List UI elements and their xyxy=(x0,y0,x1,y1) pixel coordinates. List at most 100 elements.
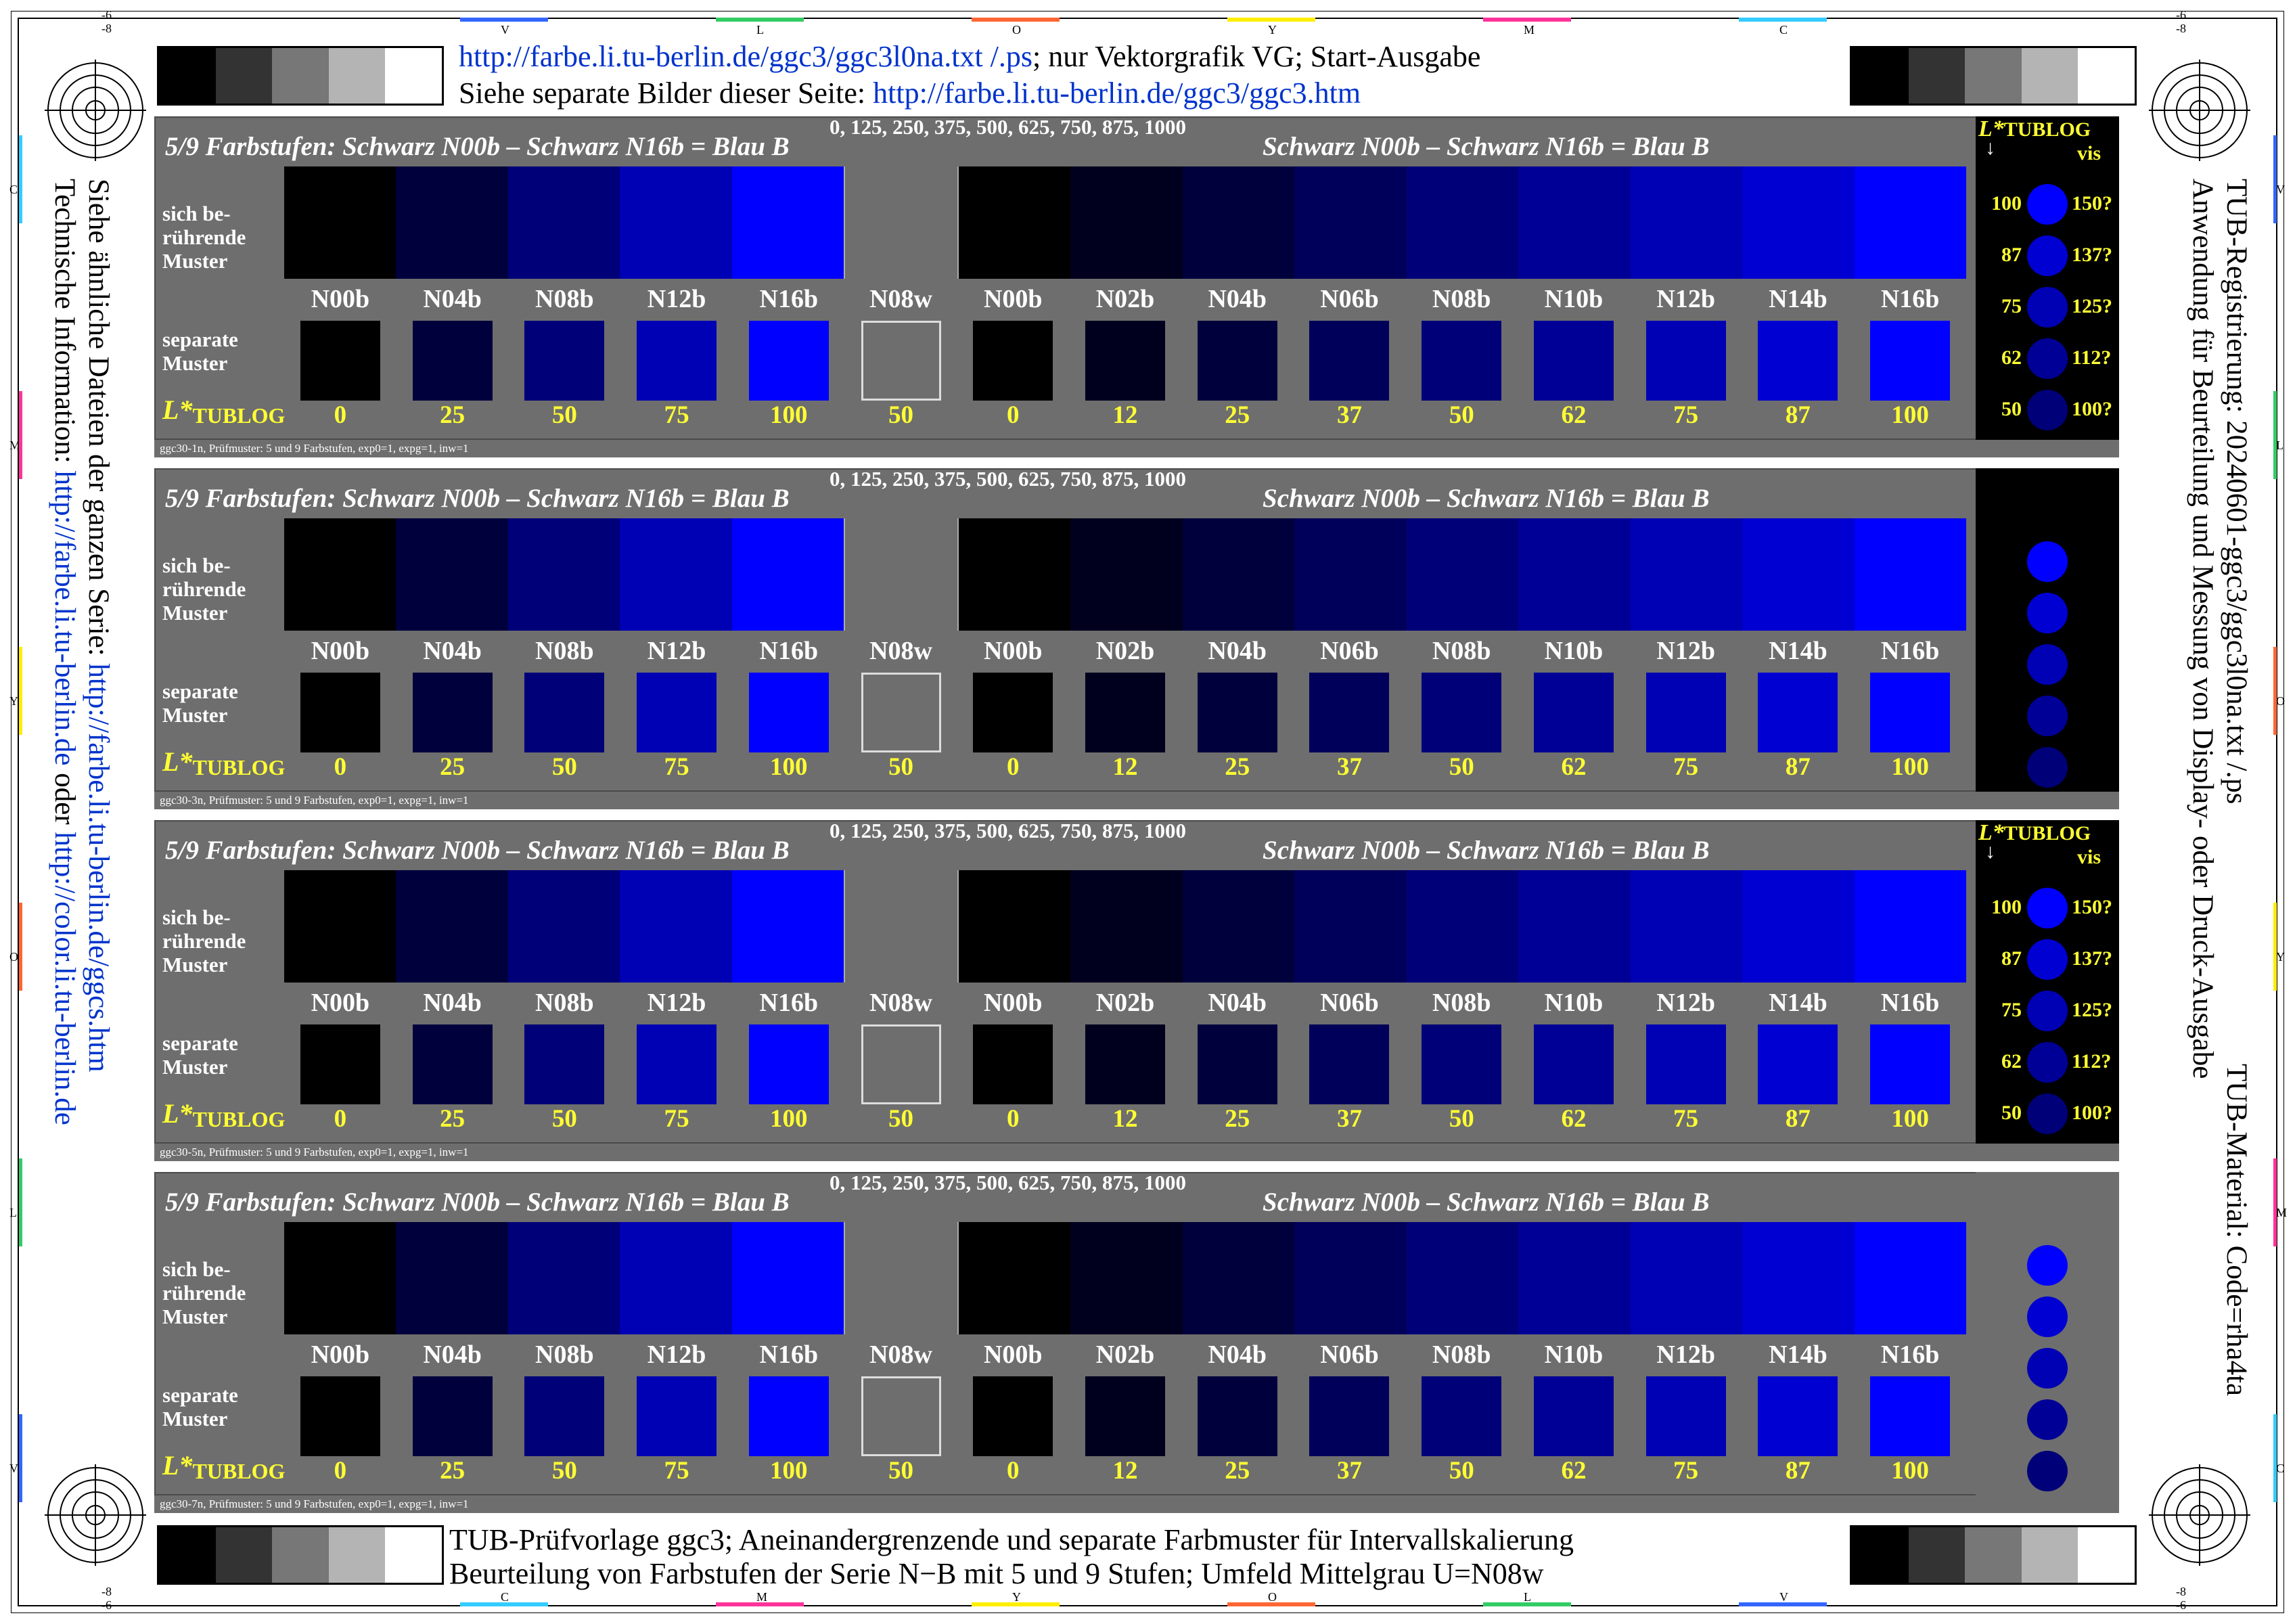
header-link-2[interactable]: http://farbe.li.tu-berlin.de/ggc3/ggc3.h… xyxy=(873,76,1361,110)
lstar-value: 12 xyxy=(1112,1105,1138,1133)
separate-color-swatch xyxy=(1645,673,1726,752)
swatch-label-row: N00b N04b N08b N12b N16b N08w N00b N02b N04b N06b… xyxy=(284,988,1966,1020)
visual-scale-right-value: 112? xyxy=(2072,1050,2112,1073)
separate-samples-label: separate Muster xyxy=(162,679,238,727)
swatch-label: N14b xyxy=(1769,285,1827,313)
edge-letter-mark: L xyxy=(756,23,764,37)
lstar-value: 25 xyxy=(440,401,465,429)
panel-number-scale: 0, 125, 250, 375, 500, 625, 750, 875, 10… xyxy=(830,819,1186,842)
separate-swatch-cell xyxy=(1294,673,1406,752)
separate-color-swatch xyxy=(973,673,1053,752)
separate-swatch-cell xyxy=(1181,1376,1294,1456)
lstar-subscript: TUBLOG xyxy=(192,755,286,780)
visual-scale-left-value: 100 xyxy=(1991,192,2022,215)
separate-swatch-cell xyxy=(1069,673,1181,752)
left-tech-link-1[interactable]: http://farbe.li.tu-berlin.de xyxy=(49,471,81,766)
lstar-value: 100 xyxy=(770,1457,808,1485)
separate-swatch-cell xyxy=(1630,1024,1742,1104)
swatch-label: N04b xyxy=(423,1340,482,1369)
edge-color-bar xyxy=(1739,1602,1827,1606)
edge-color-bar xyxy=(716,18,804,22)
visual-scale-circle xyxy=(2027,338,2068,379)
separate-swatch-cell xyxy=(957,321,1069,401)
contiguous-color-swatch xyxy=(1406,870,1519,983)
contiguous-color-swatch xyxy=(1854,166,1967,279)
visual-scale-right-value: 100? xyxy=(2072,1102,2112,1124)
test-panel: 5/9 Farbstufen: Schwarz N00b – Schwarz N… xyxy=(154,115,2119,440)
visual-scale-vis-label: vis xyxy=(2077,142,2101,164)
swatch-label: N06b xyxy=(1320,1340,1379,1369)
swatch-label: N10b xyxy=(1544,1340,1604,1369)
swatch-label: N12b xyxy=(1656,1340,1715,1369)
separate-color-swatch xyxy=(861,1024,941,1104)
separate-swatch-cell xyxy=(620,1376,733,1456)
separate-swatch-cell xyxy=(1518,673,1630,752)
separate-swatch-cell xyxy=(396,1376,509,1456)
panel-number-scale: 0, 125, 250, 375, 500, 625, 750, 875, 10… xyxy=(830,1171,1186,1194)
contiguous-color-swatch xyxy=(1854,1222,1967,1334)
swatch-label: N00b xyxy=(311,285,370,313)
gray-scale-step xyxy=(385,1527,442,1583)
separate-swatch-cell xyxy=(1181,1024,1294,1104)
corner-mark: -8 xyxy=(101,1585,112,1598)
swatch-label: N08b xyxy=(535,989,594,1017)
separate-swatch-cell xyxy=(1181,321,1294,401)
lstar-value: 87 xyxy=(1785,401,1811,429)
contiguous-color-swatch xyxy=(1742,870,1855,983)
swatch-label: N00b xyxy=(311,989,370,1017)
visual-scale-circle xyxy=(2027,696,2068,736)
visual-scale-left-value: 75 xyxy=(2001,295,2022,317)
separate-color-swatch xyxy=(300,321,380,401)
visual-scale-right-value: 137? xyxy=(2072,244,2112,266)
separate-color-swatch xyxy=(300,1376,380,1456)
panel-footnote-bar: ggc30-5n, Prüfmuster: 5 und 9 Farbstufen… xyxy=(154,1144,2119,1161)
lstar-value: 50 xyxy=(888,753,914,781)
header-link-1[interactable]: http://farbe.li.tu-berlin.de/ggc3/ggc3l0… xyxy=(459,40,1032,73)
separate-color-swatch xyxy=(1422,673,1502,752)
swatch-label: N04b xyxy=(423,637,482,665)
contiguous-color-swatch xyxy=(958,1222,1071,1334)
edge-color-bar xyxy=(2273,1158,2277,1246)
arrow-down-icon: ↓ xyxy=(1985,137,1995,159)
swatch-label: N00b xyxy=(311,637,370,665)
separate-swatch-cell xyxy=(1069,321,1181,401)
swatch-label: N08b xyxy=(1432,1340,1491,1369)
swatch-label: N12b xyxy=(647,637,706,665)
left-line-2-mid: oder xyxy=(49,765,81,832)
gray-scale-step xyxy=(2078,1527,2135,1583)
separate-color-swatch xyxy=(1533,321,1614,401)
separate-color-swatch xyxy=(748,321,829,401)
edge-letter-mark: C xyxy=(2276,1462,2285,1475)
panel-title-right: Schwarz N00b – Schwarz N16b = Blau B xyxy=(1263,836,1710,865)
lstar-value: 12 xyxy=(1112,753,1138,781)
lstar-value: 37 xyxy=(1336,401,1362,429)
swatch-label: N14b xyxy=(1769,989,1827,1017)
left-tech-link-2[interactable]: http://color.li.tu-berlin.de xyxy=(49,832,81,1125)
separate-color-swatch xyxy=(1197,673,1277,752)
separate-color-swatch xyxy=(861,1376,941,1456)
swatch-label: N12b xyxy=(1656,989,1715,1017)
separate-color-row xyxy=(284,321,1966,401)
visual-scale-circle xyxy=(2027,1348,2068,1389)
swatch-label: N12b xyxy=(1656,285,1715,313)
edge-color-bar xyxy=(19,1158,22,1246)
left-series-link[interactable]: http://farbe.li.tu-berlin.de/ggcs.htm xyxy=(83,663,114,1072)
lstar-value: 62 xyxy=(1561,1105,1587,1133)
visual-scale-circle xyxy=(2027,1451,2068,1491)
visual-scale-left-value: 50 xyxy=(2001,1102,2022,1124)
separate-swatch-cell xyxy=(620,321,733,401)
gray-scale-step xyxy=(215,48,273,104)
contiguous-samples-label: sich be- rührende Muster xyxy=(162,905,246,976)
edge-color-bar xyxy=(972,1602,1060,1606)
visual-scale-right-value: 137? xyxy=(2072,947,2112,970)
visual-scale-box: L*TUBLOG ↓ vis 100 150? 87 137? 75 125? 62 112? 50 1… xyxy=(1976,820,2119,1144)
edge-color-bar xyxy=(2273,135,2277,223)
contiguous-color-swatch xyxy=(284,1222,396,1334)
visual-scale-right-value: 125? xyxy=(2072,999,2112,1021)
gray-scale-step xyxy=(272,48,329,104)
contiguous-color-swatch xyxy=(731,166,844,279)
swatch-label: N04b xyxy=(1208,637,1267,665)
contiguous-color-swatch xyxy=(1630,1222,1743,1334)
separate-swatch-cell xyxy=(1742,321,1855,401)
separate-swatch-cell xyxy=(1069,1024,1181,1104)
